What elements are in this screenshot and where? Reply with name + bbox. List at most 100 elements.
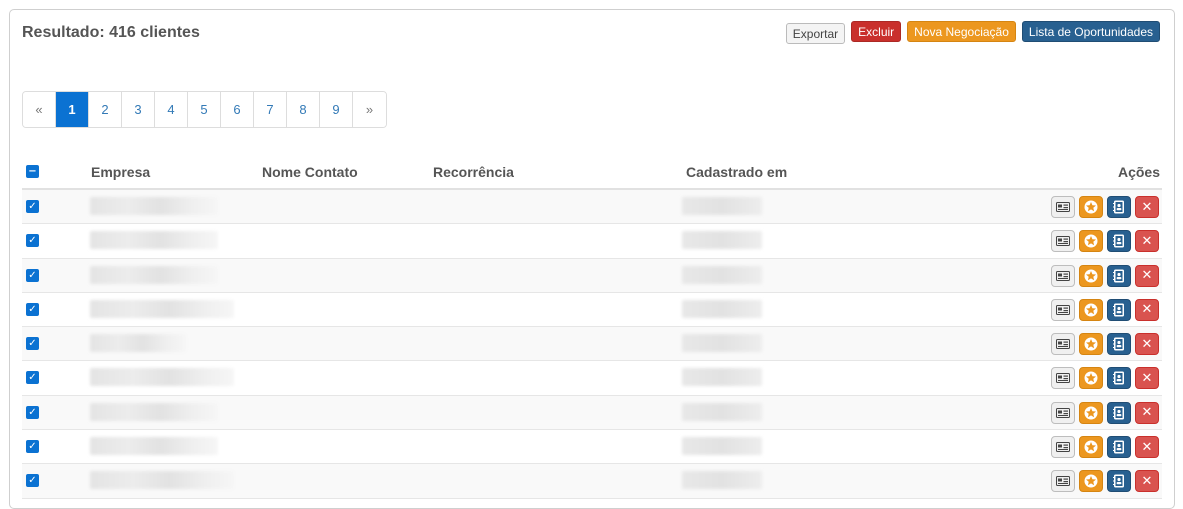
redacted-company	[90, 471, 234, 490]
column-acoes: Ações	[1117, 164, 1160, 180]
close-icon[interactable]: ✕	[1135, 230, 1159, 253]
row-checkbox[interactable]: ✓	[26, 474, 39, 488]
star-icon[interactable]	[1079, 470, 1103, 493]
pagination: « 1 2 3 4 5 6 7 8 9 »	[22, 91, 387, 128]
table-row[interactable]: ✓ ✕	[22, 361, 1162, 396]
redacted-company	[90, 231, 218, 250]
page-1[interactable]: 1	[56, 92, 89, 127]
star-icon[interactable]	[1079, 333, 1103, 356]
page-6[interactable]: 6	[221, 92, 254, 127]
close-icon[interactable]: ✕	[1135, 367, 1159, 390]
redacted-company	[90, 437, 218, 456]
export-button[interactable]: Exportar	[785, 23, 846, 44]
page-4[interactable]: 4	[155, 92, 188, 127]
results-panel: Resultado: 416 clientes Exportar Excluir…	[9, 9, 1175, 509]
id-card-icon[interactable]	[1051, 298, 1075, 321]
row-checkbox[interactable]: ✓	[26, 234, 39, 248]
row-actions: ✕	[1051, 264, 1159, 287]
table-row[interactable]: ✓ ✕	[22, 430, 1162, 465]
delete-button[interactable]: Excluir	[851, 21, 902, 42]
contact-book-icon[interactable]	[1107, 470, 1131, 493]
contact-book-icon[interactable]	[1107, 196, 1131, 218]
redacted-company	[90, 334, 186, 353]
contact-book-icon[interactable]	[1107, 230, 1131, 253]
table-header: − Empresa Nome Contato Recorrência Cadas…	[22, 160, 1162, 190]
page-3[interactable]: 3	[122, 92, 155, 127]
row-checkbox[interactable]: ✓	[26, 405, 39, 419]
result-title: Resultado: 416 clientes	[22, 24, 200, 41]
column-nome-contato[interactable]: Nome Contato	[262, 164, 358, 180]
row-checkbox[interactable]: ✓	[26, 371, 39, 385]
column-cadastrado-em[interactable]: Cadastrado em	[686, 164, 787, 180]
id-card-icon[interactable]	[1051, 470, 1075, 493]
page-9[interactable]: 9	[320, 92, 353, 127]
column-empresa[interactable]: Empresa	[91, 164, 150, 180]
table-row[interactable]: ✓ ✕	[22, 190, 1162, 225]
row-checkbox[interactable]: ✓	[26, 268, 39, 282]
id-card-icon[interactable]	[1051, 196, 1075, 218]
id-card-icon[interactable]	[1051, 264, 1075, 287]
row-actions: ✕	[1051, 367, 1159, 390]
id-card-icon[interactable]	[1051, 333, 1075, 356]
page-2[interactable]: 2	[89, 92, 122, 127]
select-all-checkbox[interactable]: −	[26, 165, 39, 178]
row-actions: ✕	[1051, 196, 1159, 218]
table-row[interactable]: ✓ ✕	[22, 327, 1162, 362]
top-actions: Exportar Excluir Nova Negociação Lista d…	[785, 21, 1160, 44]
star-icon[interactable]	[1079, 264, 1103, 287]
star-icon[interactable]	[1079, 196, 1103, 218]
redacted-date	[682, 265, 762, 284]
table-row[interactable]: ✓ ✕	[22, 464, 1162, 499]
contact-book-icon[interactable]	[1107, 367, 1131, 390]
star-icon[interactable]	[1079, 298, 1103, 321]
id-card-icon[interactable]	[1051, 401, 1075, 424]
column-recorrencia[interactable]: Recorrência	[433, 164, 514, 180]
redacted-company	[90, 368, 234, 387]
close-icon[interactable]: ✕	[1135, 333, 1159, 356]
star-icon[interactable]	[1079, 436, 1103, 459]
row-actions: ✕	[1051, 470, 1159, 493]
contact-book-icon[interactable]	[1107, 436, 1131, 459]
page-next[interactable]: »	[353, 92, 386, 127]
table-row[interactable]: ✓ ✕	[22, 224, 1162, 259]
id-card-icon[interactable]	[1051, 436, 1075, 459]
row-checkbox[interactable]: ✓	[26, 200, 39, 213]
redacted-date	[682, 437, 762, 456]
page-8[interactable]: 8	[287, 92, 320, 127]
opportunities-list-button[interactable]: Lista de Oportunidades	[1021, 21, 1160, 42]
close-icon[interactable]: ✕	[1135, 298, 1159, 321]
page-5[interactable]: 5	[188, 92, 221, 127]
redacted-date	[682, 334, 762, 353]
redacted-date	[682, 402, 762, 421]
redacted-company	[90, 402, 218, 421]
close-icon[interactable]: ✕	[1135, 470, 1159, 493]
row-actions: ✕	[1051, 298, 1159, 321]
redacted-date	[682, 368, 762, 387]
close-icon[interactable]: ✕	[1135, 401, 1159, 424]
close-icon[interactable]: ✕	[1135, 264, 1159, 287]
row-checkbox[interactable]: ✓	[26, 337, 39, 351]
table-row[interactable]: ✓ ✕	[22, 258, 1162, 293]
redacted-date	[682, 299, 762, 318]
star-icon[interactable]	[1079, 367, 1103, 390]
star-icon[interactable]	[1079, 401, 1103, 424]
redacted-date	[682, 197, 762, 215]
row-checkbox[interactable]: ✓	[26, 302, 39, 316]
id-card-icon[interactable]	[1051, 230, 1075, 253]
contact-book-icon[interactable]	[1107, 401, 1131, 424]
page-prev[interactable]: «	[23, 92, 56, 127]
contact-book-icon[interactable]	[1107, 298, 1131, 321]
close-icon[interactable]: ✕	[1135, 436, 1159, 459]
new-negotiation-button[interactable]: Nova Negociação	[907, 21, 1016, 42]
star-icon[interactable]	[1079, 230, 1103, 253]
row-checkbox[interactable]: ✓	[26, 440, 39, 454]
contact-book-icon[interactable]	[1107, 264, 1131, 287]
row-actions: ✕	[1051, 333, 1159, 356]
redacted-date	[682, 231, 762, 250]
close-icon[interactable]: ✕	[1135, 196, 1159, 218]
table-row[interactable]: ✓ ✕	[22, 395, 1162, 431]
table-row[interactable]: ✓ ✕	[22, 293, 1162, 328]
page-7[interactable]: 7	[254, 92, 287, 127]
contact-book-icon[interactable]	[1107, 333, 1131, 356]
id-card-icon[interactable]	[1051, 367, 1075, 390]
